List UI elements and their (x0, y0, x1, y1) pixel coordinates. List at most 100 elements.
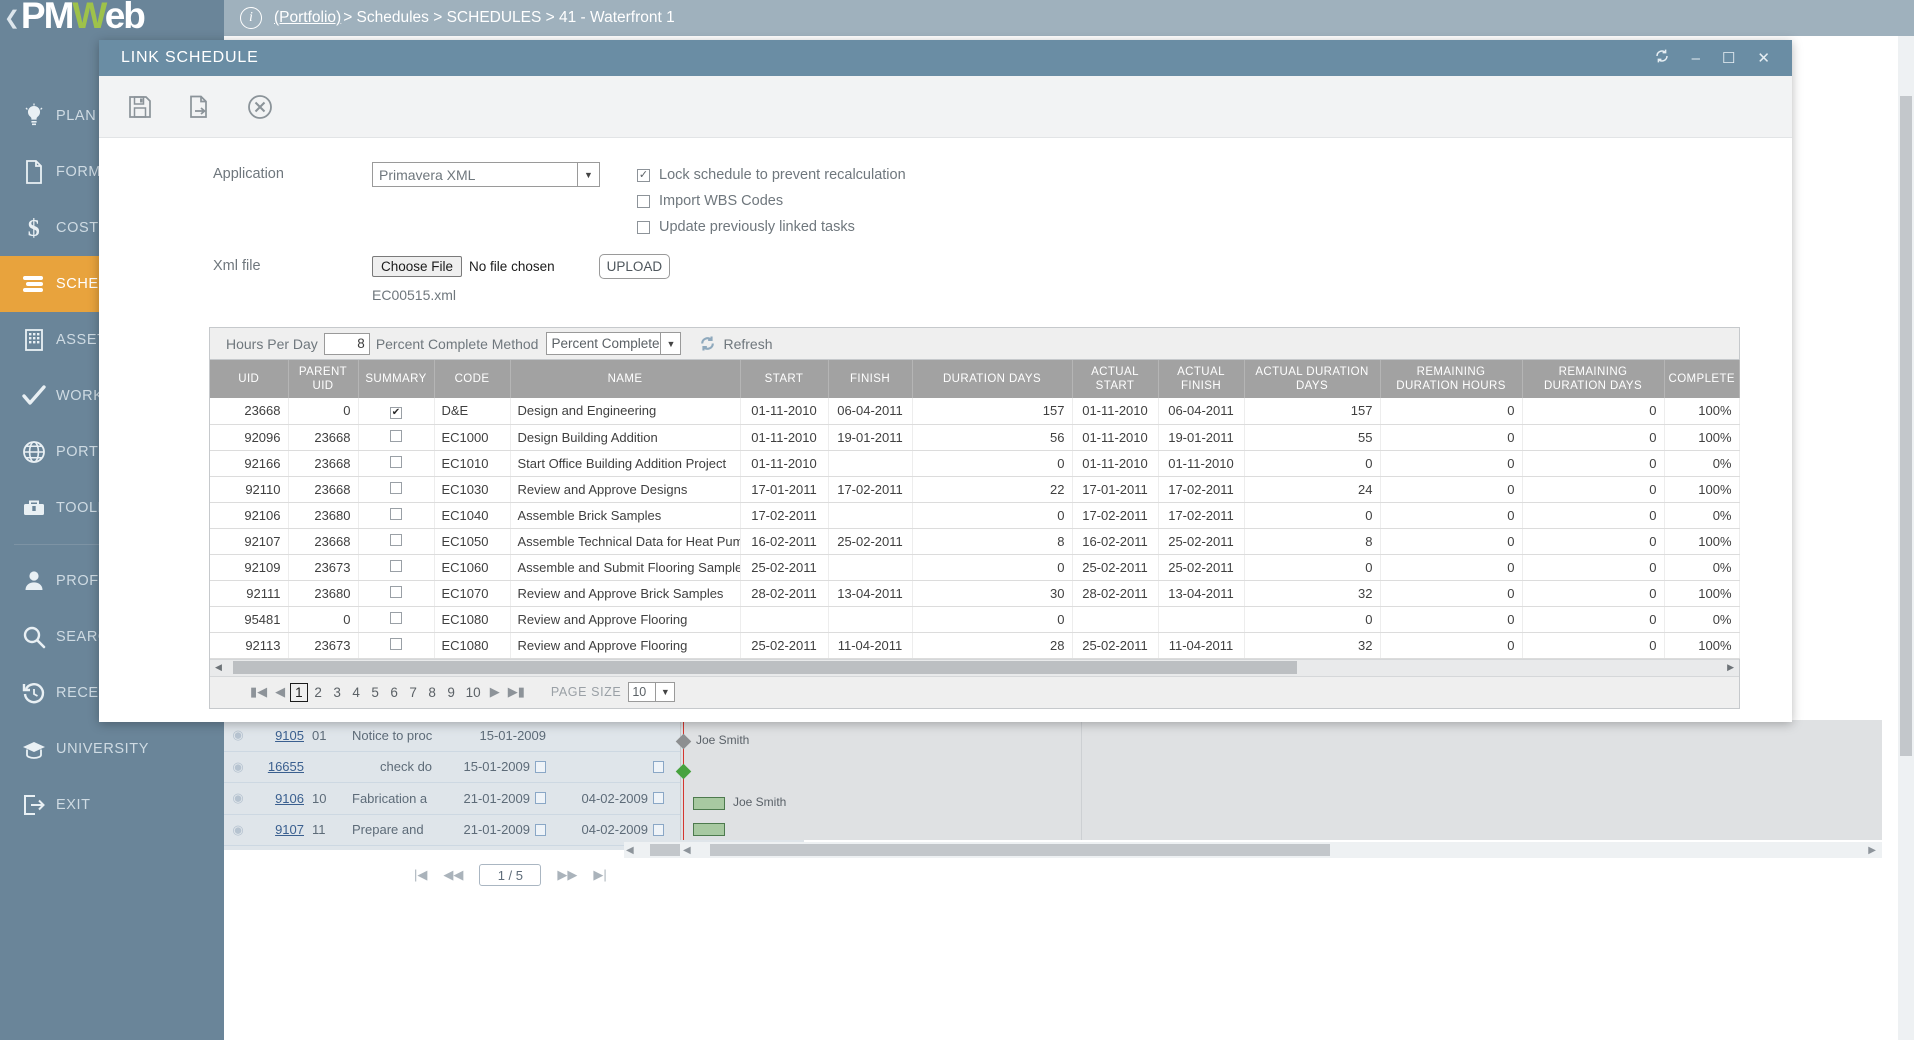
column-header-start[interactable]: START (740, 360, 829, 398)
table-row[interactable]: 92106 23680 EC1040 Assemble Brick Samples 17… (210, 502, 1740, 529)
checkbox-lock-schedule[interactable]: ✓ Lock schedule to prevent recalculation (637, 164, 906, 186)
table-row[interactable]: 23668 0 ✔ D&E Design and Engineering 01-11-20… (210, 398, 1740, 425)
page-number-5[interactable]: 5 (367, 684, 384, 701)
last-page-icon[interactable]: ▶▮ (504, 684, 529, 700)
calendar-icon[interactable] (535, 760, 546, 773)
summary-checkbox[interactable] (390, 429, 402, 442)
calendar-icon[interactable] (653, 792, 664, 805)
calendar-icon[interactable] (653, 823, 664, 836)
cell-summary[interactable] (358, 424, 435, 451)
page-size-value[interactable]: 10 (628, 682, 657, 702)
cell-summary[interactable] (358, 450, 435, 477)
summary-checkbox[interactable] (390, 585, 402, 598)
cell-summary[interactable] (358, 502, 435, 529)
save-icon[interactable] (123, 90, 157, 124)
table-row[interactable]: 92096 23668 EC1000 Design Building Addition… (210, 424, 1740, 451)
table-row[interactable]: 92111 23680 EC1070 Review and Approve Brick… (210, 580, 1740, 607)
column-header-finish[interactable]: FINISH (828, 360, 913, 398)
cell-summary[interactable]: ✔ (358, 398, 435, 425)
page-number-9[interactable]: 9 (443, 684, 460, 701)
scroll-right-icon[interactable]: ▶ (1862, 845, 1882, 856)
summary-checkbox[interactable] (390, 455, 402, 468)
summary-checkbox[interactable]: ✔ (390, 406, 402, 419)
column-header-parent-uid[interactable]: PARENT UID (288, 360, 359, 398)
table-row[interactable]: 92107 23668 EC1050 Assemble Technical Data … (210, 528, 1740, 555)
calendar-icon[interactable] (535, 792, 546, 805)
column-header-remaining-duration-days[interactable]: REMAINING DURATION DAYS (1522, 360, 1665, 398)
grid-hscrollbar[interactable]: ◀ ▶ (210, 658, 1739, 676)
first-page-icon[interactable]: |◀ (414, 867, 427, 883)
export-icon[interactable] (183, 90, 217, 124)
cell-summary[interactable] (358, 632, 435, 659)
percent-method-dropdown[interactable]: Percent Complete ▼ (546, 332, 682, 355)
prev-page-icon[interactable]: ◀◀ (443, 867, 463, 883)
column-header-complete[interactable]: COMPLETE (1664, 360, 1740, 398)
scroll-thumb[interactable] (1900, 96, 1912, 756)
cancel-icon[interactable] (243, 90, 277, 124)
cell-summary[interactable] (358, 580, 435, 607)
cell-summary[interactable] (358, 476, 435, 503)
column-header-actual-finish[interactable]: ACTUAL FINISH (1158, 360, 1245, 398)
chevron-down-icon[interactable]: ▼ (577, 163, 599, 186)
page-number-7[interactable]: 7 (405, 684, 422, 701)
calendar-icon[interactable] (653, 760, 664, 773)
checkbox-box[interactable] (637, 220, 650, 234)
column-header-code[interactable]: CODE (434, 360, 511, 398)
hours-per-day-input[interactable]: 8 (323, 332, 370, 355)
table-row[interactable]: 95481 0 EC1080 Review and Approve Flooring 0… (210, 606, 1740, 633)
summary-checkbox[interactable] (390, 507, 402, 520)
sidebar-item-university[interactable]: UNIVERSITY (0, 721, 224, 777)
breadcrumb-portfolio-link[interactable]: (Portfolio) (274, 9, 341, 27)
summary-checkbox[interactable] (390, 481, 402, 494)
column-header-remaining-duration-hours[interactable]: REMAINING DURATION HOURS (1380, 360, 1523, 398)
column-header-summary[interactable]: SUMMARY (358, 360, 435, 398)
scroll-left-icon[interactable]: ◀ (680, 845, 694, 856)
page-number-4[interactable]: 4 (348, 684, 365, 701)
gantt-bar[interactable] (693, 797, 725, 810)
maximize-icon[interactable]: ☐ (1722, 49, 1735, 67)
next-page-icon[interactable]: ▶▶ (557, 867, 577, 883)
cell-summary[interactable] (358, 606, 435, 633)
checkbox-import-wbs[interactable]: Import WBS Codes (637, 190, 906, 212)
task-id[interactable]: 9105 (252, 728, 304, 743)
info-icon[interactable]: i (240, 7, 262, 29)
task-id[interactable]: 16655 (252, 759, 304, 774)
chevron-down-icon[interactable]: ▼ (660, 333, 680, 354)
minimize-icon[interactable]: – (1692, 50, 1700, 67)
chevron-down-icon[interactable]: ▼ (656, 682, 676, 702)
choose-file-button[interactable]: Choose File (372, 256, 463, 277)
refresh-button[interactable]: Refresh (699, 335, 772, 352)
checkbox-update-linked[interactable]: Update previously linked tasks (637, 216, 906, 238)
column-header-duration-days[interactable]: DURATION DAYS (912, 360, 1073, 398)
page-vscrollbar[interactable] (1898, 36, 1914, 1040)
column-header-actual-duration-days[interactable]: ACTUAL DURATION DAYS (1244, 360, 1381, 398)
summary-checkbox[interactable] (390, 559, 402, 572)
table-row[interactable]: 92166 23668 EC1010 Start Office Building Ad… (210, 450, 1740, 477)
scroll-thumb[interactable] (232, 661, 1297, 674)
sidebar-collapse-icon[interactable]: ❮ (4, 7, 20, 30)
refresh-icon[interactable] (1654, 48, 1670, 68)
page-number-8[interactable]: 8 (424, 684, 441, 701)
page-number-2[interactable]: 2 (310, 684, 327, 701)
summary-checkbox[interactable] (390, 637, 402, 650)
scroll-left-icon[interactable]: ◀ (624, 845, 636, 856)
scroll-right-icon[interactable]: ▶ (1722, 662, 1739, 673)
task-id[interactable]: 9107 (252, 822, 304, 837)
calendar-icon[interactable] (535, 823, 546, 836)
cell-summary[interactable] (358, 528, 435, 555)
sidebar-item-exit[interactable]: EXIT (0, 777, 224, 833)
page-number-10[interactable]: 10 (462, 684, 485, 701)
application-dropdown[interactable]: Primavera XML ▼ (372, 162, 600, 187)
page-number-3[interactable]: 3 (329, 684, 346, 701)
column-header-name[interactable]: NAME (510, 360, 741, 398)
column-header-uid[interactable]: UID (210, 360, 289, 398)
scroll-left-icon[interactable]: ◀ (210, 662, 227, 673)
table-row[interactable]: 92110 23668 EC1030 Review and Approve Desig… (210, 476, 1740, 503)
first-page-icon[interactable]: ▮◀ (246, 684, 271, 700)
next-page-icon[interactable]: ▶ (486, 684, 504, 700)
table-row[interactable]: 92109 23673 EC1060 Assemble and Submit Floo… (210, 554, 1740, 581)
page-number-6[interactable]: 6 (386, 684, 403, 701)
summary-checkbox[interactable] (390, 611, 402, 624)
checkbox-box[interactable] (637, 194, 650, 208)
scroll-thumb[interactable] (709, 844, 1330, 856)
